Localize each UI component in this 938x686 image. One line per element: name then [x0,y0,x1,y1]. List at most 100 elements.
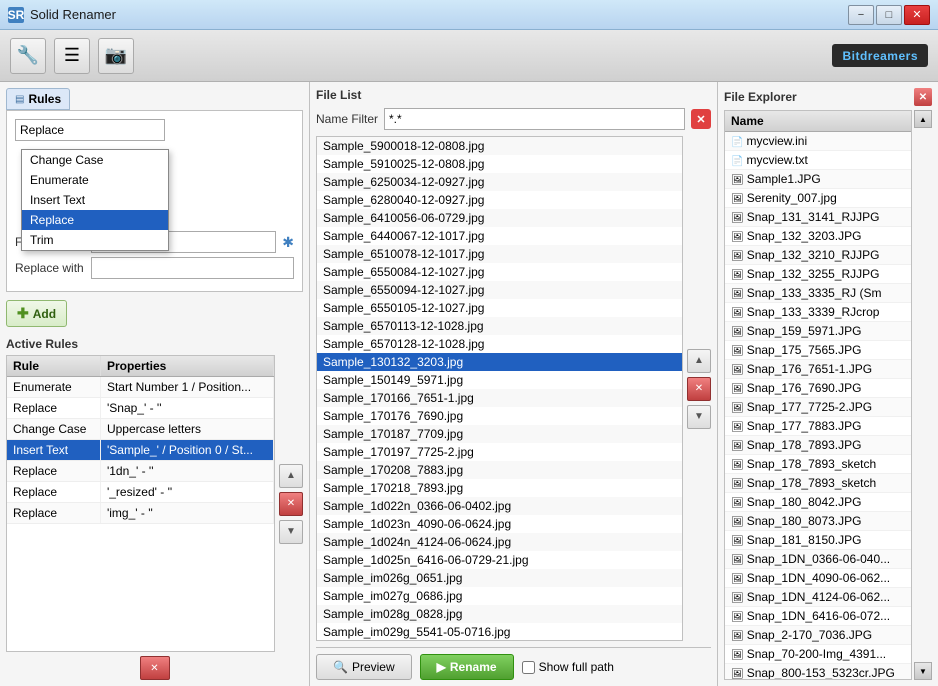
explorer-row[interactable]: 🖼Snap_181_8150.JPG [725,531,911,550]
file-list-item[interactable]: Sample_im026g_0651.jpg [317,569,682,587]
explorer-row[interactable]: 🖼Snap_1DN_4124-06-062... [725,588,911,607]
dropdown-option-change-case[interactable]: Change Case [22,150,168,170]
explorer-row[interactable]: 🖼Snap_1DN_4090-06-062... [725,569,911,588]
file-list-item[interactable]: Sample_5900018-12-0808.jpg [317,137,682,155]
file-list-item[interactable]: Sample_6570128-12-1028.jpg [317,335,682,353]
rule-type-dropdown[interactable]: Change Case Enumerate Insert Text Replac… [15,119,165,141]
explorer-row[interactable]: 🖼Snap_133_3335_RJ (Sm [725,284,911,303]
explorer-container[interactable]: Name 📄mycview.ini📄mycview.txt🖼Sample1.JP… [724,110,912,680]
explorer-row[interactable]: 🖼Snap_178_7893_sketch [725,455,911,474]
file-list-item[interactable]: Sample_1d024n_4124-06-0624.jpg [317,533,682,551]
file-list-item[interactable]: Sample_150149_5971.jpg [317,371,682,389]
maximize-button[interactable]: □ [876,5,902,25]
file-list-item[interactable]: Sample_6510078-12-1017.jpg [317,245,682,263]
file-list-item[interactable]: Sample_170208_7883.jpg [317,461,682,479]
explorer-row[interactable]: 🖼Snap_2-170_7036.JPG [725,626,911,645]
explorer-row[interactable]: 🖼Serenity_007.jpg [725,189,911,208]
file-list-item[interactable]: Sample_130132_3203.jpg [317,353,682,371]
preview-button[interactable]: 🔍 Preview [316,654,412,680]
rename-button[interactable]: ▶ Rename [420,654,514,680]
rule-table-row[interactable]: Replace'_resized' - '' [7,482,274,503]
rename-label: Rename [450,660,497,674]
add-button[interactable]: ✚ Add [6,300,67,327]
minimize-button[interactable]: − [848,5,874,25]
rule-table-row[interactable]: Change CaseUppercase letters [7,419,274,440]
rule-table-row[interactable]: Replace'img_' - '' [7,503,274,524]
explorer-row[interactable]: 🖼Snap_180_8042.JPG [725,493,911,512]
file-list-item[interactable]: Sample_170166_7651-1.jpg [317,389,682,407]
explorer-row[interactable]: 🖼Snap_176_7651-1.JPG [725,360,911,379]
explorer-scroll-up-button[interactable]: ▲ [914,110,932,128]
explorer-row[interactable]: 🖼Snap_800-153_5323cr.JPG [725,664,911,681]
explorer-row[interactable]: 🖼Sample1.JPG [725,170,911,189]
rule-table-row[interactable]: Replace'1dn_' - '' [7,461,274,482]
rule-config-section: Change Case Enumerate Insert Text Replac… [6,110,303,292]
file-list-item[interactable]: Sample_1d022n_0366-06-0402.jpg [317,497,682,515]
rules-tab[interactable]: ▤ Rules [6,88,70,110]
file-up-button[interactable]: ▲ [687,349,711,373]
file-delete-button[interactable]: ✕ [687,377,711,401]
file-list-item[interactable]: Sample_6280040-12-0927.jpg [317,191,682,209]
explorer-row[interactable]: 🖼Snap_132_3210_RJJPG [725,246,911,265]
file-list-item[interactable]: Sample_5910025-12-0808.jpg [317,155,682,173]
explorer-row[interactable]: 🖼Snap_177_7725-2.JPG [725,398,911,417]
file-list-item[interactable]: Sample_170197_7725-2.jpg [317,443,682,461]
explorer-row[interactable]: 🖼Snap_178_7893.JPG [725,436,911,455]
explorer-row[interactable]: 🖼Snap_132_3203.JPG [725,227,911,246]
rule-table-row[interactable]: Insert Text'Sample_' / Position 0 / St..… [7,440,274,461]
camera-button[interactable]: 📷 [98,38,134,74]
dropdown-option-enumerate[interactable]: Enumerate [22,170,168,190]
file-list-item[interactable]: Sample_6410056-06-0729.jpg [317,209,682,227]
explorer-row[interactable]: 📄mycview.txt [725,151,911,170]
rule-table-row[interactable]: EnumerateStart Number 1 / Position... [7,377,274,398]
explorer-row[interactable]: 🖼Snap_159_5971.JPG [725,322,911,341]
show-full-path-checkbox[interactable] [522,661,535,674]
filter-clear-button[interactable]: ✕ [691,109,711,129]
file-list-item[interactable]: Sample_1d023n_4090-06-0624.jpg [317,515,682,533]
file-list-item[interactable]: Sample_170176_7690.jpg [317,407,682,425]
file-list-item[interactable]: Sample_1d025n_6416-06-0729-21.jpg [317,551,682,569]
dropdown-option-trim[interactable]: Trim [22,230,168,250]
dropdown-option-replace[interactable]: Replace [22,210,168,230]
left-bottom-row: ✕ [6,656,303,680]
file-list-item[interactable]: Sample_im028g_0828.jpg [317,605,682,623]
list-button[interactable]: ☰ [54,38,90,74]
rule-up-button[interactable]: ▲ [279,464,303,488]
rules-tab-icon: ▤ [15,94,24,105]
explorer-row[interactable]: 🖼Snap_132_3255_RJJPG [725,265,911,284]
rule-delete-button[interactable]: ✕ [279,492,303,516]
explorer-close-button[interactable]: ✕ [914,88,932,106]
clear-all-button[interactable]: ✕ [140,656,170,680]
file-list-item[interactable]: Sample_6570113-12-1028.jpg [317,317,682,335]
wrench-button[interactable]: 🔧 [10,38,46,74]
explorer-row[interactable]: 🖼Snap_133_3339_RJcrop [725,303,911,322]
file-list-container[interactable]: Sample_5900018-12-0808.jpgSample_5910025… [316,136,683,641]
explorer-row[interactable]: 🖼Snap_175_7565.JPG [725,341,911,360]
file-list-item[interactable]: Sample_170218_7893.jpg [317,479,682,497]
explorer-row[interactable]: 🖼Snap_176_7690.JPG [725,379,911,398]
rule-table-row[interactable]: Replace'Snap_' - '' [7,398,274,419]
close-button[interactable]: ✕ [904,5,930,25]
replace-input[interactable] [91,257,294,279]
explorer-row[interactable]: 🖼Snap_177_7883.JPG [725,417,911,436]
file-down-button[interactable]: ▼ [687,405,711,429]
file-list-item[interactable]: Sample_6250034-12-0927.jpg [317,173,682,191]
explorer-scroll-down-button[interactable]: ▼ [914,662,932,680]
explorer-row[interactable]: 🖼Snap_178_7893_sketch [725,474,911,493]
explorer-row[interactable]: 🖼Snap_180_8073.JPG [725,512,911,531]
rule-down-button[interactable]: ▼ [279,520,303,544]
explorer-row[interactable]: 🖼Snap_131_3141_RJJPG [725,208,911,227]
explorer-row[interactable]: 🖼Snap_70-200-Img_4391... [725,645,911,664]
dropdown-option-insert-text[interactable]: Insert Text [22,190,168,210]
file-list-item[interactable]: Sample_170187_7709.jpg [317,425,682,443]
explorer-row[interactable]: 📄mycview.ini [725,132,911,151]
explorer-row[interactable]: 🖼Snap_1DN_0366-06-040... [725,550,911,569]
file-list-item[interactable]: Sample_im027g_0686.jpg [317,587,682,605]
file-list-item[interactable]: Sample_6440067-12-1017.jpg [317,227,682,245]
file-list-item[interactable]: Sample_6550105-12-1027.jpg [317,299,682,317]
explorer-row[interactable]: 🖼Snap_1DN_6416-06-072... [725,607,911,626]
name-filter-input[interactable] [384,108,685,130]
file-list-item[interactable]: Sample_6550084-12-1027.jpg [317,263,682,281]
file-list-item[interactable]: Sample_6550094-12-1027.jpg [317,281,682,299]
file-list-item[interactable]: Sample_im029g_5541-05-0716.jpg [317,623,682,641]
